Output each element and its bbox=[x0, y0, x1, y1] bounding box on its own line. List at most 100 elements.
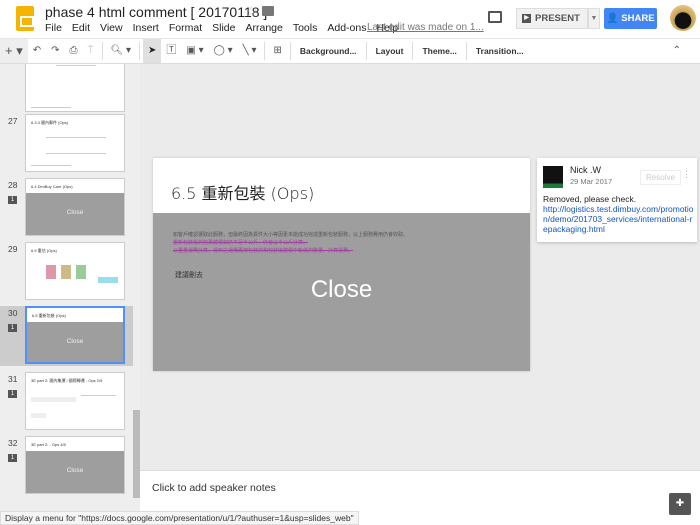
slide-title[interactable]: 6.5 重新包裝 (Ops) bbox=[171, 180, 314, 204]
print-icon[interactable]: ⎙ bbox=[65, 39, 83, 63]
present-button[interactable]: ▶ PRESENT bbox=[516, 8, 588, 29]
slide-thumbnail[interactable]: 32 1 3E part 2: - Ops 4/5 Close bbox=[0, 436, 133, 502]
comment-card[interactable]: Nick .W 29 Mar 2017 Resolve ⋮ Removed, p… bbox=[537, 158, 697, 242]
comment-link[interactable]: http://logistics.test.dimbuy.com/promoti… bbox=[543, 204, 694, 234]
status-bar: Display a menu for "https://docs.google.… bbox=[0, 511, 359, 525]
filmstrip-scrollbar[interactable] bbox=[133, 410, 140, 498]
close-overlay[interactable]: 如客戶確認選取此服務，但最終因為貨件大小等因素未能成功完成重新包裝服務，以上服務… bbox=[153, 213, 530, 371]
close-overlay: Close bbox=[26, 193, 124, 235]
thumbnail: 6.5 重新包裝 (Ops) Close bbox=[25, 306, 125, 364]
divider bbox=[289, 42, 291, 60]
thumbnail: 3E part 2: - Ops 4/5 Close bbox=[25, 436, 125, 494]
divider bbox=[412, 42, 414, 60]
redo-icon[interactable]: ↷ bbox=[46, 39, 64, 63]
menu-insert[interactable]: Insert bbox=[133, 22, 159, 34]
menu-arrange[interactable]: Arrange bbox=[245, 22, 282, 34]
thumbnail bbox=[25, 64, 125, 112]
resolve-button[interactable]: Resolve bbox=[640, 170, 681, 185]
line-icon[interactable]: ╲ ▾ bbox=[238, 39, 262, 63]
thumbnail: 6.3.3 國內郵件 (Ops) bbox=[25, 114, 125, 172]
slide-number: 31 bbox=[8, 374, 18, 384]
play-icon: ▶ bbox=[522, 14, 531, 23]
slide-thumbnail[interactable]: 29 6.5 重估 (Ops) bbox=[0, 242, 133, 308]
divider bbox=[365, 42, 367, 60]
thumbnail: 3E part 2: 國內集運 / 國際轉運 - Ops 2/5 bbox=[25, 372, 125, 430]
new-slide-icon[interactable]: + ▾ bbox=[0, 39, 28, 63]
comment-text: Removed, please check. bbox=[543, 194, 637, 204]
thumbnail-title: 6.3.3 國內郵件 (Ops) bbox=[31, 120, 69, 125]
comments-icon[interactable] bbox=[488, 11, 502, 23]
thumbnail-title: 6.5 重估 (Ops) bbox=[31, 248, 57, 253]
slide-number: 30 bbox=[8, 308, 18, 318]
layout-button[interactable]: Layout bbox=[370, 46, 410, 56]
menu-slide[interactable]: Slide bbox=[212, 22, 235, 34]
menu-view[interactable]: View bbox=[100, 22, 123, 34]
slide-number: 27 bbox=[8, 116, 18, 126]
menu-tools[interactable]: Tools bbox=[293, 22, 318, 34]
divider bbox=[264, 42, 266, 60]
share-label: SHARE bbox=[621, 13, 655, 24]
paint-format-icon[interactable]: ⍑ bbox=[83, 39, 99, 63]
comment-date: 29 Mar 2017 bbox=[570, 177, 613, 186]
thumbnail: 6.4 DimBuy Care (Ops) Close bbox=[25, 178, 125, 236]
document-title[interactable]: phase 4 html comment [ 20170118 ] bbox=[45, 4, 267, 20]
last-edit-link[interactable]: Last edit was made on 1... bbox=[367, 22, 484, 33]
menu-file[interactable]: File bbox=[45, 22, 62, 34]
comment-author: Nick .W bbox=[570, 165, 601, 175]
menu-bar: File Edit View Insert Format Slide Arran… bbox=[45, 22, 398, 34]
close-overlay: Close bbox=[26, 451, 124, 493]
comment-count-badge: 1 bbox=[8, 196, 17, 204]
folder-icon[interactable] bbox=[262, 6, 274, 16]
toolbar: + ▾ ↶ ↷ ⎙ ⍑ 🔍︎ ▾ ➤ 🅃 ▣ ▾ ◯ ▾ ╲ ▾ ⊞ Backg… bbox=[0, 38, 700, 64]
text-box-icon[interactable]: 🅃 bbox=[161, 39, 181, 63]
thumbnail-title: 6.4 DimBuy Care (Ops) bbox=[31, 184, 73, 189]
star-icon[interactable]: ☆ bbox=[245, 3, 258, 20]
comment-count-badge: 1 bbox=[8, 390, 17, 398]
divider bbox=[465, 42, 467, 60]
slide-number: 32 bbox=[8, 438, 18, 448]
theme-button[interactable]: Theme... bbox=[416, 46, 462, 56]
bullet-text-struck: 以重量運費計算，運到之運費再按包裝前和包裝後體積中較低的數量，計算運費。 bbox=[173, 248, 354, 254]
more-options-icon[interactable]: ⋮ bbox=[682, 169, 691, 180]
zoom-icon[interactable]: 🔍︎ ▾ bbox=[106, 39, 137, 63]
shape-icon[interactable]: ◯ ▾ bbox=[209, 39, 238, 63]
divider bbox=[139, 42, 141, 60]
divider bbox=[101, 42, 103, 60]
slide-thumbnail-selected[interactable]: 30 1 6.5 重新包裝 (Ops) Close bbox=[0, 306, 133, 366]
image-icon[interactable]: ▣ ▾ bbox=[181, 39, 208, 63]
bullet-text-struck: 重新包裝後的包裹體積如仍不足半公斤，仍會以半公斤計算。 bbox=[173, 240, 309, 246]
comment-count-badge: 1 bbox=[8, 454, 17, 462]
collapse-menu-icon[interactable]: ⌃ bbox=[668, 39, 686, 63]
slide-number: 28 bbox=[8, 180, 18, 190]
commenter-avatar bbox=[543, 166, 563, 188]
thumbnail-title: 3E part 2: - Ops 4/5 bbox=[31, 442, 66, 447]
bullet-text: 如客戶確認選取此服務，但最終因為貨件大小等因素未能成功完成重新包裝服務，以上服務… bbox=[173, 232, 409, 238]
share-button[interactable]: 👤 SHARE bbox=[604, 8, 657, 29]
menu-addons[interactable]: Add-ons bbox=[327, 22, 366, 34]
slides-logo[interactable] bbox=[16, 6, 34, 31]
present-label: PRESENT bbox=[535, 13, 580, 24]
slide-thumbnail[interactable]: 27 6.3.3 國內郵件 (Ops) bbox=[0, 114, 133, 180]
thumbnail-title: 3E part 2: 國內集運 / 國際轉運 - Ops 2/5 bbox=[31, 378, 103, 383]
menu-edit[interactable]: Edit bbox=[72, 22, 90, 34]
explore-icon[interactable]: ✚ bbox=[669, 493, 691, 515]
slide-thumbnail[interactable]: 28 1 6.4 DimBuy Care (Ops) Close bbox=[0, 178, 133, 244]
present-dropdown-icon[interactable]: ▼ bbox=[588, 8, 600, 29]
thumbnail: 6.5 重估 (Ops) bbox=[25, 242, 125, 300]
slide-thumbnail[interactable]: 31 1 3E part 2: 國內集運 / 國際轉運 - Ops 2/5 bbox=[0, 372, 133, 438]
slide-thumbnail-26[interactable] bbox=[0, 64, 133, 120]
avatar[interactable] bbox=[670, 5, 696, 31]
transition-button[interactable]: Transition... bbox=[470, 46, 530, 56]
speaker-notes-placeholder[interactable]: Click to add speaker notes bbox=[152, 482, 276, 494]
select-icon[interactable]: ➤ bbox=[143, 39, 162, 63]
undo-icon[interactable]: ↶ bbox=[28, 39, 46, 63]
close-overlay: Close bbox=[27, 322, 123, 362]
comment-body: Removed, please check. http://logistics.t… bbox=[543, 194, 695, 234]
speaker-notes[interactable]: Click to add speaker notes bbox=[140, 470, 700, 511]
close-label: Close bbox=[310, 276, 373, 303]
filmstrip: 27 6.3.3 國內郵件 (Ops) 28 1 6.4 DimBuy Care (O… bbox=[0, 64, 140, 511]
menu-format[interactable]: Format bbox=[169, 22, 202, 34]
background-button[interactable]: Background... bbox=[294, 46, 363, 56]
add-comment-icon[interactable]: ⊞ bbox=[268, 39, 286, 63]
slide[interactable]: 6.5 重新包裝 (Ops) 如客戶確認選取此服務，但最終因為貨件大小等因素未能… bbox=[153, 158, 530, 371]
